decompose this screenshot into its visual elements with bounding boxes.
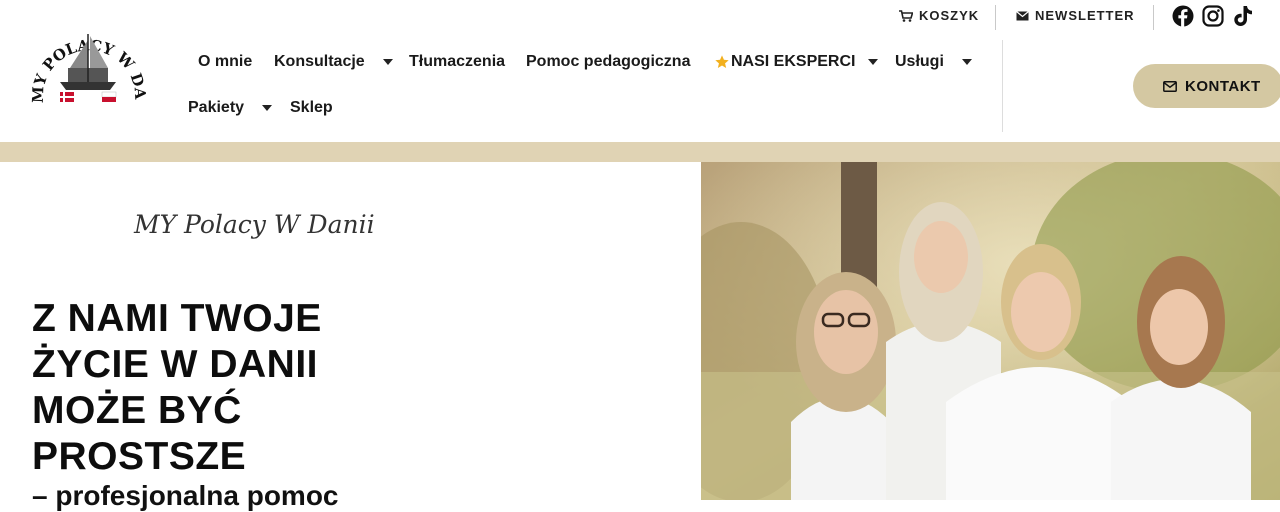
nav-item-label: Pomoc pedagogiczna [526,53,691,70]
envelope-icon [1016,10,1029,20]
nav-item-label: NASI EKSPERCI [731,53,856,70]
headline-line: MOŻE BYĆ [32,389,242,432]
nav-item-pakiety[interactable]: Pakiety [188,99,273,117]
nav-item-label: Pakiety [188,99,245,116]
envelope-icon [1163,80,1177,92]
headline-line: Z NAMI TWOJE [32,297,322,340]
util-divider [995,5,996,30]
nav-item-label: Sklep [290,99,333,116]
nav-item-label: Tłumaczenia [409,53,506,70]
util-divider [1153,5,1154,30]
nav-item-uslugi[interactable]: Usługi [895,53,972,71]
nav-item-sklep[interactable]: Sklep [290,99,333,117]
nav-item-label: O mnie [198,53,253,70]
nav-item-o-mnie[interactable]: O mnie [198,53,252,71]
headline-line: ŻYCIE W DANII [32,343,318,386]
nav-item-tlumaczenia[interactable]: Tłumaczenia [409,53,505,71]
hero-headline: Z NAMI TWOJE ŻYCIE W DANII MOŻE BYĆ PROS… [32,296,322,480]
nav-item-konsultacje[interactable]: Konsultacje [274,53,393,71]
newsletter-label: NEWSLETTER [1035,8,1135,23]
facebook-icon[interactable] [1172,5,1194,27]
nav-item-label: Konsultacje [274,53,365,70]
nav-divider [1002,40,1003,132]
team-photo [701,162,1280,500]
nav-item-pomoc-pedagogiczna[interactable]: Pomoc pedagogiczna [526,53,690,71]
newsletter-link[interactable]: NEWSLETTER [1016,8,1135,23]
star-icon [715,55,729,68]
tiktok-icon[interactable] [1232,5,1254,27]
caret-down-icon [961,59,972,65]
instagram-icon[interactable] [1202,5,1224,27]
kontakt-label: KONTAKT [1185,77,1261,95]
caret-down-icon [262,105,273,111]
cart-link[interactable]: KOSZYK [899,8,979,23]
kontakt-button[interactable]: KONTAKT [1133,64,1280,108]
logo[interactable]: MY POLACY W DANII [30,20,146,120]
caret-down-icon [868,59,879,65]
hero-tagline: MY Polacy W Danii [134,210,375,239]
cart-icon [899,9,913,22]
caret-down-icon [382,59,393,65]
hero-subline: – profesjonalna pomoc [32,480,339,511]
headline-line: PROSTSZE [32,435,247,478]
site-header: MY POLACY W DANII KOSZYK NEWSLETTER [0,0,1280,142]
cart-label: KOSZYK [919,8,980,23]
header-accent-band [0,142,1280,162]
nav-item-nasi-eksperci[interactable]: NASI EKSPERCI [714,53,879,71]
nav-item-label: Usługi [895,53,944,70]
